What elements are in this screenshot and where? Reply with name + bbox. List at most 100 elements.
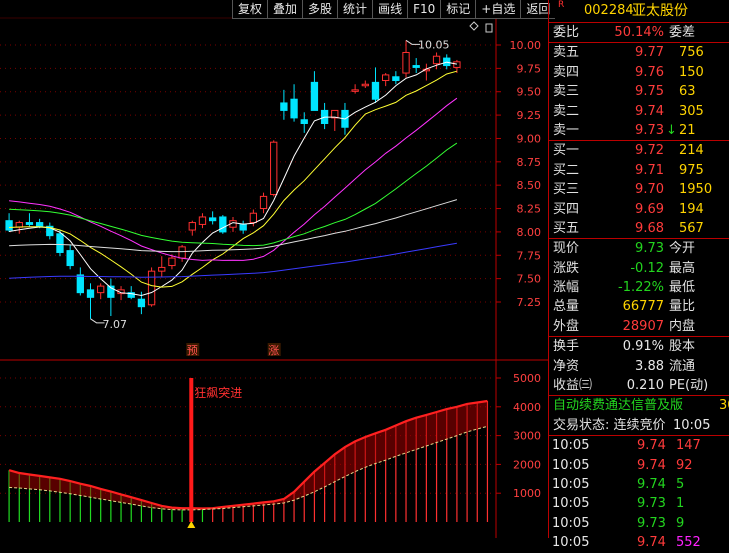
buy-row-1[interactable]: 买一 9.72 214 [549, 141, 729, 160]
price-axis-label: 7.75 [517, 249, 542, 262]
tick-time: 10:05 [552, 476, 590, 492]
order-label: 买五 [553, 220, 580, 236]
candle-body [361, 83, 369, 87]
tick-time: 10:05 [552, 457, 590, 473]
price-axis-label: 9.25 [517, 109, 542, 122]
candle-body [392, 76, 400, 82]
notice-row[interactable]: 自动续费通达信普及版 30 [549, 395, 729, 415]
tick-price: 9.73 [637, 515, 666, 531]
order-volume: 975 [679, 162, 704, 178]
price-axis-label: 9.75 [517, 62, 542, 75]
tick-price: 9.74 [637, 535, 666, 551]
tick-row: 10:05 9.74 92 [549, 456, 729, 475]
event-mark-forecast: 预 [187, 344, 198, 357]
buy-row-4[interactable]: 买四 9.69 194 [549, 200, 729, 219]
buy-row-3[interactable]: 买三 9.70 1950 [549, 180, 729, 199]
buy-signal-icon [187, 521, 196, 528]
candle-body [402, 51, 410, 74]
order-volume: 21 [679, 122, 696, 138]
stat-row: 涨跌 -0.12 最高 [549, 259, 729, 278]
tick-price: 9.74 [637, 457, 666, 473]
toolbar-overlay-button[interactable]: 叠加 [267, 0, 303, 19]
order-label: 卖四 [553, 64, 580, 80]
candle-body [76, 274, 84, 294]
kline-chart[interactable]: 10.00 9.75 9.50 9.25 9.00 8.75 8.50 8.25 8.00 7.7… [0, 0, 548, 538]
candle-body [310, 81, 319, 111]
tick-volume: 92 [676, 457, 693, 473]
price-axis-label: 10.00 [510, 39, 542, 52]
stock-header[interactable]: R 002284 亚太股份 [549, 0, 729, 22]
toolbar-mark-button[interactable]: 标记 [440, 0, 476, 19]
event-mark-limit-up: 涨 [268, 344, 279, 357]
tick-volume: 147 [676, 438, 701, 454]
tick-time: 10:05 [552, 515, 590, 531]
stat-label: 涨幅 [553, 280, 580, 296]
candle-body [158, 266, 166, 272]
indicator-axis-label: 2000 [513, 458, 541, 471]
stock-code: 002284 [584, 3, 634, 18]
order-label: 卖二 [553, 103, 580, 119]
order-label: 卖一 [553, 122, 580, 138]
tick-price: 9.73 [637, 496, 666, 512]
scroll-handle-icon [485, 23, 493, 33]
toolbar-draw-line-button[interactable]: 画线 [372, 0, 408, 19]
order-price: 9.71 [635, 162, 664, 178]
price-axis-label: 8.50 [517, 179, 542, 192]
candle-body [219, 216, 227, 233]
candle-body [188, 222, 196, 231]
tick-price: 9.74 [637, 476, 666, 492]
sell-row-2[interactable]: 卖二 9.74 305 [549, 102, 729, 121]
toolbar-f10-button[interactable]: F10 [407, 0, 441, 19]
tick-list[interactable]: 10:05 9.74 147 10:05 9.74 92 10:05 9.74 5 10:05 9.… [549, 435, 729, 552]
order-label: 买一 [553, 143, 580, 159]
sell-row-4[interactable]: 卖四 9.76 150 [549, 63, 729, 82]
candle-body [280, 102, 288, 111]
low-price-label: 7.07 [103, 318, 128, 331]
sell-row-5[interactable]: 卖五 9.77 756 [549, 43, 729, 62]
toolbar-statistics-button[interactable]: 统计 [337, 0, 373, 19]
price-down-arrow-icon: ↓ [666, 122, 677, 138]
candle-body [168, 257, 176, 267]
tick-volume: 552 [676, 535, 701, 551]
breakout-label: 狂飙突进 [194, 385, 242, 400]
trade-status-row: 交易状态: 连续竞价 10:05 [549, 416, 729, 435]
price-axis-label: 9.00 [517, 132, 542, 145]
candle-body [290, 98, 298, 119]
buy-row-2[interactable]: 买二 9.71 975 [549, 161, 729, 180]
order-volume: 1950 [679, 182, 713, 198]
toolbar-add-watchlist-button[interactable]: +自选 [475, 0, 521, 19]
order-price: 9.77 [635, 45, 664, 61]
stat-label-2: 最高 [669, 260, 696, 276]
price-axis-label: 8.00 [517, 226, 542, 239]
trade-status: 交易状态: 连续竞价 [553, 417, 666, 433]
tick-row: 10:05 9.74 147 [549, 436, 729, 455]
candle-body [137, 298, 146, 308]
stat-row: 总量 66777 量比 [549, 297, 729, 316]
stat-value: 28907 [622, 318, 664, 334]
candle-body [300, 119, 308, 125]
tick-volume: 9 [676, 515, 685, 531]
toolbar-multi-stock-button[interactable]: 多股 [302, 0, 338, 19]
tick-price: 9.74 [637, 438, 666, 454]
weibi-label: 委比 [553, 25, 580, 40]
order-price: 9.74 [635, 103, 664, 119]
price-axis-label: 9.50 [517, 86, 542, 99]
chart-toolbar: 复权 叠加 多股 统计 画线 F10 标记 +自选 返回 [232, 0, 556, 19]
ma20-line [9, 97, 458, 261]
weibi-value: 50.14% [614, 25, 664, 40]
stat-value: 9.73 [635, 241, 664, 257]
high-price-label: 10.05 [418, 38, 450, 51]
sell-row-3[interactable]: 卖三 9.75 63 [549, 82, 729, 101]
stock-name: 亚太股份 [632, 3, 688, 19]
stat-value: 0.91% [622, 339, 664, 355]
candle-body [259, 195, 268, 210]
stat-row: 涨幅 -1.22% 最低 [549, 278, 729, 297]
order-price: 9.73 [635, 122, 664, 138]
sell-row-1[interactable]: 卖一 9.73 ↓ 21 [549, 121, 729, 140]
toolbar-restore-rights-button[interactable]: 复权 [232, 0, 268, 19]
tick-volume: 5 [676, 476, 685, 492]
candle-body [351, 89, 359, 92]
buy-row-5[interactable]: 买五 9.68 567 [549, 219, 729, 238]
order-label: 卖三 [553, 84, 580, 100]
order-volume: 150 [679, 64, 704, 80]
